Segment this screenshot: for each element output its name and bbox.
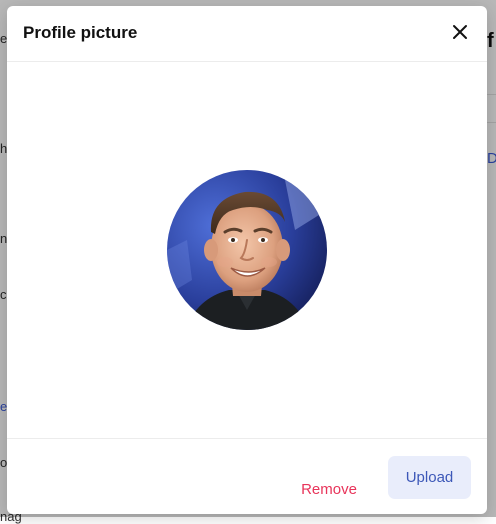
avatar [167,170,327,330]
dialog-body [7,62,487,438]
profile-avatar-image [167,170,327,330]
close-icon [453,25,467,39]
dialog-title: Profile picture [23,23,138,42]
profile-picture-dialog: Profile picture Remove Upload [7,6,487,514]
close-button[interactable] [451,23,469,41]
dialog-footer: Remove Upload [7,438,487,514]
dialog-header: Profile picture [7,6,487,62]
remove-button[interactable]: Remove [289,469,369,509]
upload-button[interactable]: Upload [388,456,471,499]
